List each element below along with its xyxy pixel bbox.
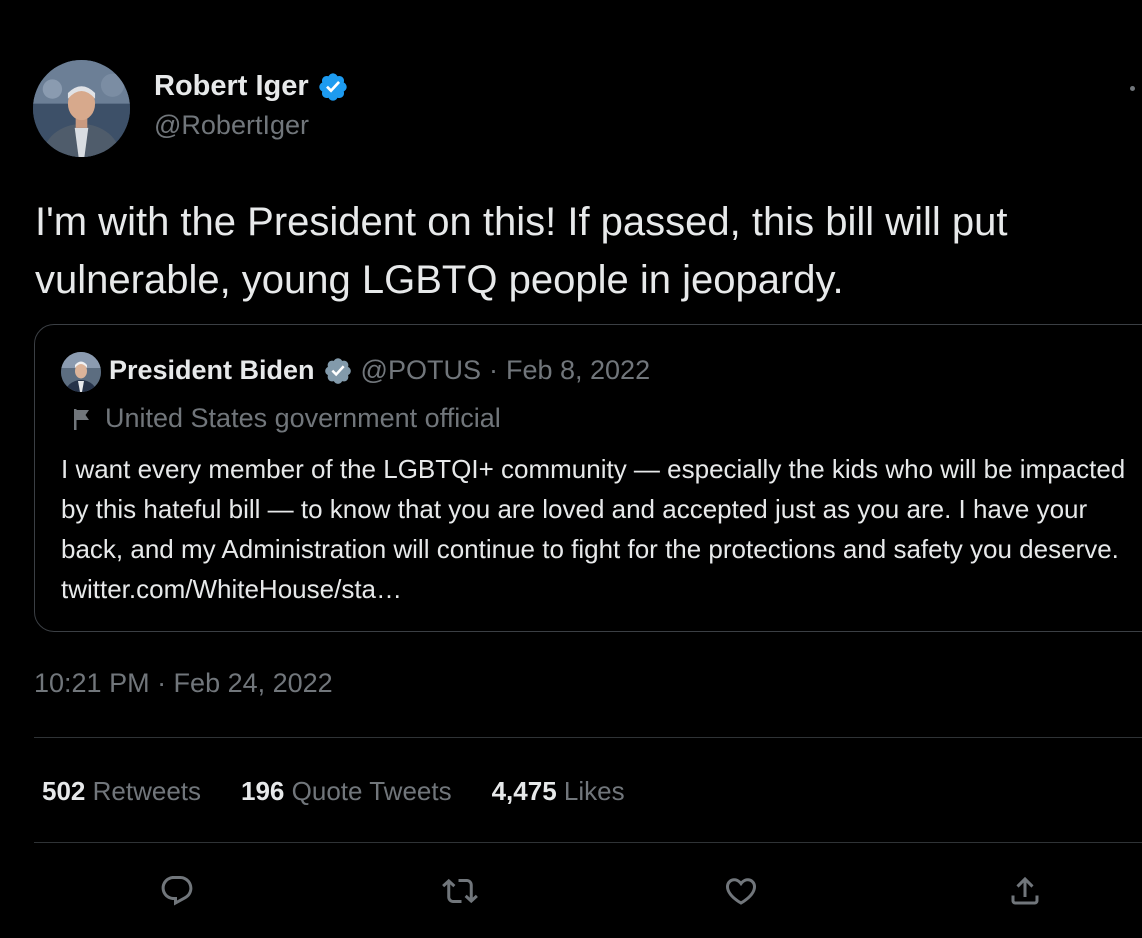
author-name[interactable]: Robert Iger	[154, 70, 309, 103]
likes-count: 4,475	[491, 776, 557, 806]
reply-button[interactable]	[155, 869, 199, 913]
quoted-tweet-text: I want every member of the LGBTQI+ commu…	[61, 454, 1126, 604]
author-name-row[interactable]: Robert Iger	[154, 70, 349, 103]
verified-badge-icon	[319, 72, 347, 101]
quoted-separator: ·	[488, 355, 498, 385]
government-label-text: United States government official	[105, 403, 501, 433]
like-button[interactable]	[719, 869, 763, 913]
like-icon	[725, 878, 757, 905]
share-icon	[1011, 876, 1039, 905]
tweet-stats: 502 Retweets 196 Quote Tweets 4,475 Like…	[42, 776, 665, 807]
quoted-avatar-image	[61, 352, 101, 392]
retweets-count: 502	[42, 776, 86, 806]
likes-stat[interactable]: 4,475 Likes	[492, 776, 625, 807]
divider	[34, 737, 1142, 738]
tweet-timestamp[interactable]: 10:21 PM · Feb 24, 2022	[34, 668, 333, 699]
quoted-author-name: President Biden	[109, 355, 315, 385]
more-options-icon[interactable]	[1130, 86, 1135, 91]
quote-tweets-label: Quote Tweets	[291, 776, 452, 806]
likes-label: Likes	[563, 776, 625, 806]
reply-icon	[161, 876, 193, 906]
quoted-handle: @POTUS	[360, 355, 481, 385]
tweet-detail: Robert Iger @RobertIger I'm with the Pre…	[0, 0, 1142, 938]
author-avatar[interactable]	[33, 60, 130, 157]
quoted-tweet-card[interactable]: President Biden @POTUS · Feb 8, 2022 Uni…	[34, 324, 1142, 632]
retweets-label: Retweets	[92, 776, 202, 806]
retweet-button[interactable]	[438, 869, 482, 913]
share-button[interactable]	[1003, 869, 1047, 913]
retweet-icon	[442, 878, 478, 904]
quote-tweets-stat[interactable]: 196 Quote Tweets	[241, 776, 452, 807]
verified-badge-gray-icon	[324, 357, 351, 384]
government-label: United States government official	[71, 403, 501, 434]
quoted-date: Feb 8, 2022	[505, 355, 651, 385]
author-handle[interactable]: @RobertIger	[154, 110, 309, 141]
divider	[34, 842, 1142, 843]
quoted-header: President Biden @POTUS · Feb 8, 2022	[109, 355, 650, 386]
tweet-text: I'm with the President on this! If passe…	[35, 200, 1008, 302]
quote-tweets-count: 196	[241, 776, 285, 806]
flag-icon	[74, 408, 89, 430]
retweets-stat[interactable]: 502 Retweets	[42, 776, 201, 807]
quoted-avatar	[61, 352, 101, 392]
author-avatar-image	[33, 60, 130, 157]
